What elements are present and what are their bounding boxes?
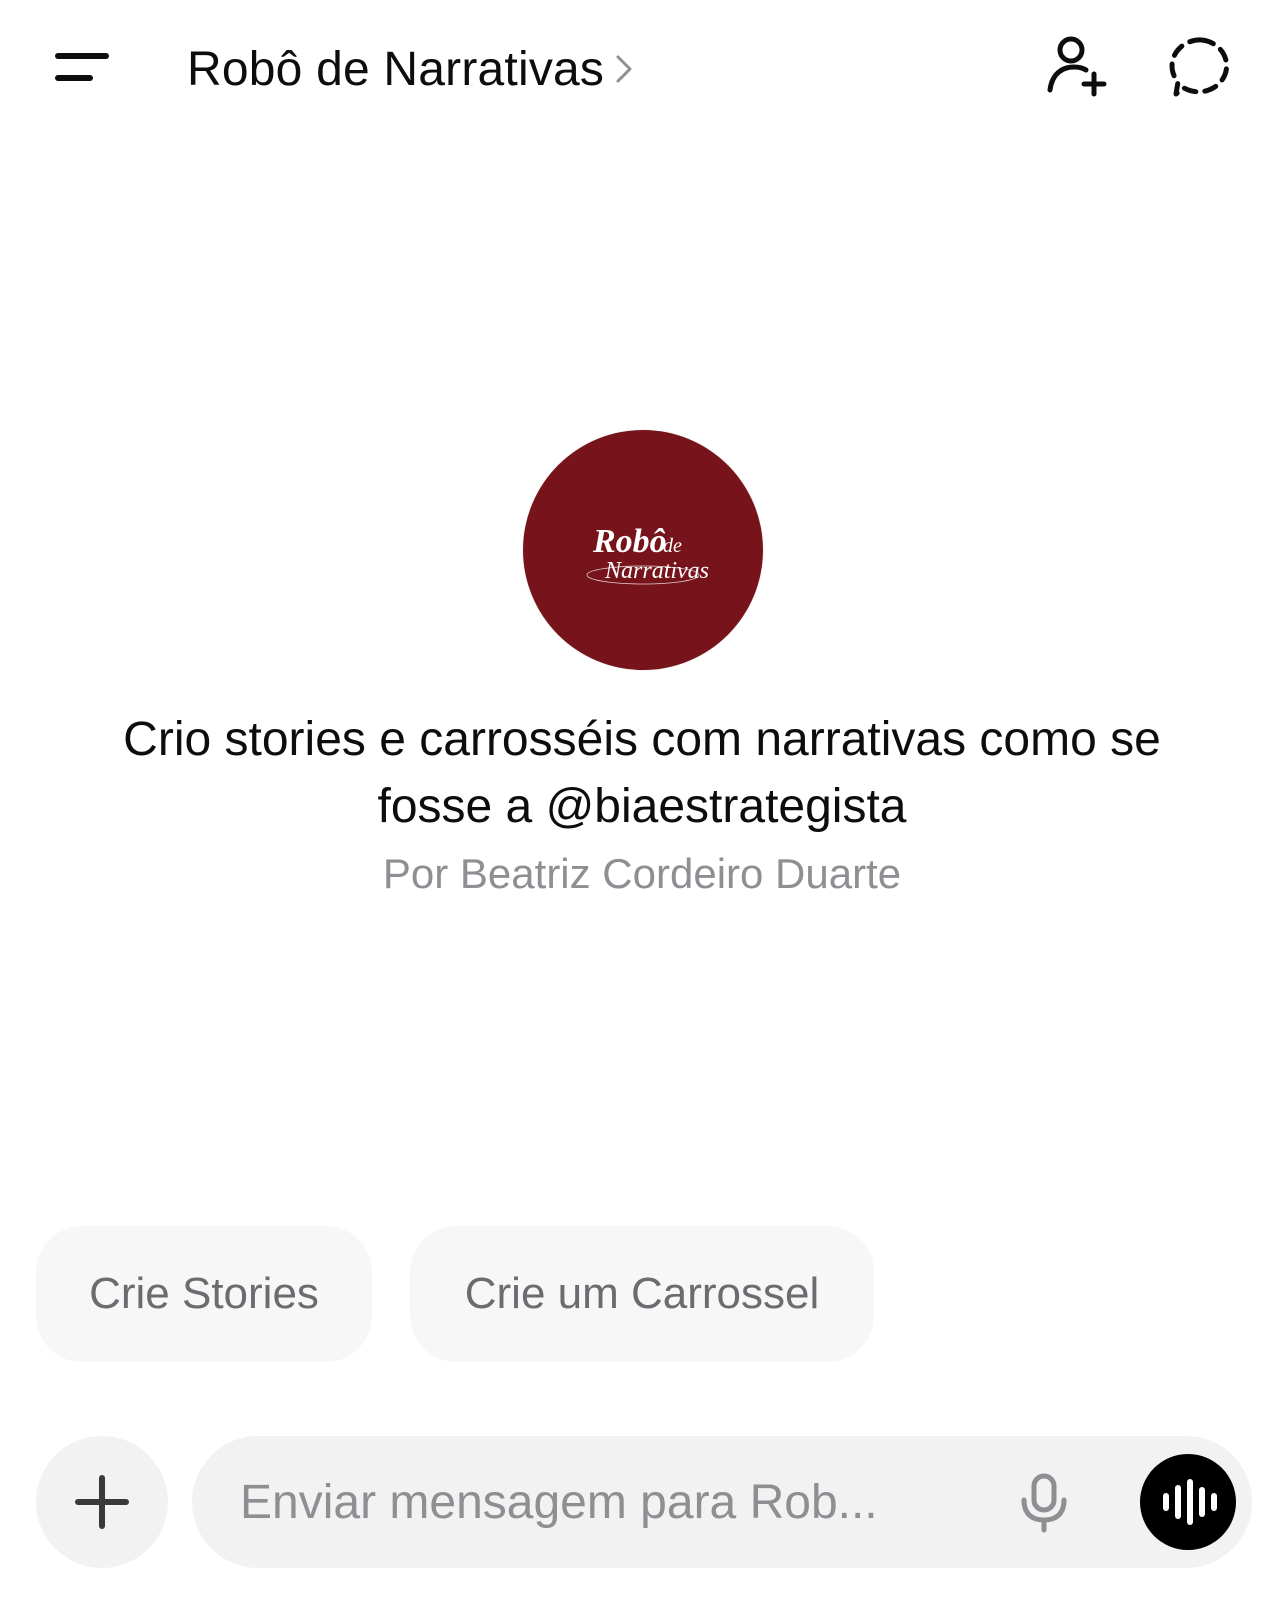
voice-waveform-icon: [1163, 1479, 1217, 1525]
logo-text-small: de: [663, 535, 682, 557]
gpt-logo: Robô de Narrativas: [586, 523, 709, 585]
page-title: Robô de Narrativas: [187, 42, 605, 96]
add-user-button[interactable]: [1038, 30, 1114, 106]
microphone-icon: [1021, 1473, 1067, 1533]
new-chat-button[interactable]: [1164, 30, 1240, 106]
logo-text-line1: Robô: [592, 523, 667, 560]
plus-icon: [75, 1475, 129, 1529]
suggestion-chip[interactable]: Crie Stories: [36, 1226, 372, 1362]
message-input[interactable]: [240, 1436, 980, 1568]
chat-screen: Robô de Narrativas Robô de Narrativas Cr…: [0, 0, 1284, 1599]
menu-button[interactable]: [50, 40, 120, 96]
attach-button[interactable]: [36, 1436, 168, 1568]
chevron-right-icon: [616, 55, 632, 83]
add-user-icon: [1047, 36, 1107, 97]
top-bar: Robô de Narrativas: [0, 0, 1284, 140]
gpt-author: Por Beatriz Cordeiro Duarte: [382, 850, 902, 897]
dictate-button[interactable]: [1012, 1470, 1076, 1534]
new-chat-icon: [1169, 37, 1230, 97]
suggestion-chip[interactable]: Crie um Carrossel: [410, 1226, 874, 1362]
gpt-description: Crio stories e carrosséis com narrativas…: [123, 713, 1161, 833]
gpt-avatar: Robô de Narrativas: [523, 430, 763, 670]
voice-mode-button[interactable]: [1140, 1454, 1236, 1550]
gpt-title-button[interactable]: Robô de Narrativas: [187, 34, 636, 104]
message-composer: [192, 1436, 1252, 1568]
menu-icon: [55, 53, 109, 81]
